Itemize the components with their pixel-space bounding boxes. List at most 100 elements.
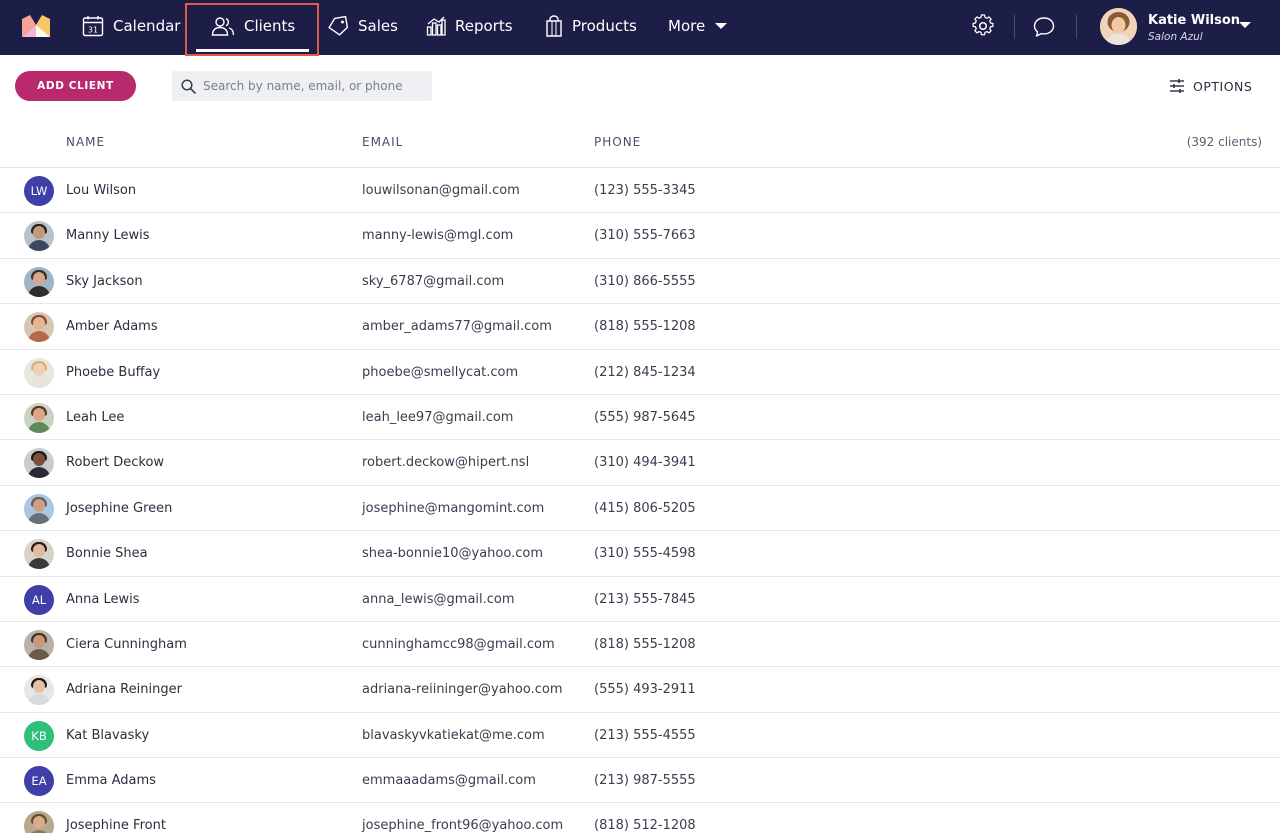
client-phone: (555) 493-2911: [594, 682, 696, 698]
table-row[interactable]: Phoebe Buffay phoebe@smellycat.com (212) 8…: [0, 350, 1280, 395]
client-name: Amber Adams: [66, 319, 158, 335]
column-header-phone[interactable]: PHONE: [594, 135, 641, 149]
client-phone: (818) 512-1208: [594, 818, 696, 833]
nav-clients[interactable]: Clients: [211, 0, 295, 52]
client-email: manny-lewis@mgl.com: [362, 228, 514, 244]
table-row[interactable]: Ciera Cunningham cunninghamcc98@gmail.com…: [0, 622, 1280, 668]
client-phone: (212) 845-1234: [594, 364, 696, 380]
avatar-body: [28, 421, 50, 433]
nav-sales-label: Sales: [358, 17, 398, 35]
table-row[interactable]: Leah Lee leah_lee97@gmail.com (555) 987-56…: [0, 395, 1280, 441]
client-avatar: [24, 312, 54, 343]
nav-clients-label: Clients: [244, 17, 296, 35]
nav-sales[interactable]: Sales: [327, 0, 398, 52]
chevron-down-icon: [715, 23, 728, 29]
nav-calendar[interactable]: 31 Calendar: [82, 0, 180, 52]
avatar-body: [28, 285, 50, 297]
nav-reports[interactable]: Reports: [426, 0, 513, 52]
client-avatar: [24, 675, 54, 706]
client-name: Adriana Reininger: [66, 682, 182, 698]
client-email: amber_adams77@gmail.com: [362, 319, 552, 335]
bar-chart-icon: [426, 16, 446, 36]
column-header-name[interactable]: NAME: [66, 135, 105, 149]
user-menu[interactable]: Katie Wilson Salon Azul: [1100, 8, 1260, 46]
client-phone: (213) 555-4555: [594, 727, 696, 743]
gear-icon[interactable]: [971, 14, 995, 38]
client-name: Phoebe Buffay: [66, 364, 161, 380]
clients-icon: [211, 17, 235, 36]
client-name: Kat Blavasky: [66, 727, 150, 743]
table-header: NAME EMAIL PHONE (392 clients): [0, 118, 1280, 168]
nav-products[interactable]: Products: [545, 0, 637, 52]
table-row[interactable]: AL Anna Lewis anna_lewis@gmail.com (213) 55…: [0, 577, 1280, 622]
search-input[interactable]: [203, 76, 423, 96]
table-row[interactable]: Josephine Front josephine_front96@yahoo.c…: [0, 803, 1280, 833]
client-name: Ciera Cunningham: [66, 636, 187, 652]
mangomint-logo[interactable]: [22, 15, 50, 37]
nav-divider: [1076, 15, 1077, 39]
client-name: Bonnie Shea: [66, 546, 148, 562]
avatar-body: [28, 512, 50, 524]
client-list: LW Lou Wilson louwilsonan@gmail.com (123) 5…: [0, 168, 1280, 833]
table-row[interactable]: EA Emma Adams emmaaadams@gmail.com (213) 98…: [0, 758, 1280, 804]
table-row[interactable]: Robert Deckow robert.deckow@hipert.nsl (31…: [0, 440, 1280, 486]
nav-divider: [1014, 15, 1015, 39]
sliders-icon: [1170, 79, 1184, 93]
search-icon: [181, 79, 196, 94]
client-avatar: AL: [24, 584, 54, 615]
avatar-face: [33, 226, 45, 240]
chat-bubble-icon[interactable]: [1032, 15, 1056, 39]
avatar-body: [28, 240, 50, 252]
table-row[interactable]: Sky Jackson sky_6787@gmail.com (310) 866-5…: [0, 259, 1280, 305]
avatar-body: [28, 331, 50, 343]
client-name: Josephine Front: [66, 818, 166, 833]
client-phone: (818) 555-1208: [594, 636, 696, 652]
avatar-face: [33, 407, 45, 421]
avatar-face: [33, 680, 45, 694]
client-avatar: KB: [24, 720, 54, 751]
client-phone: (310) 866-5555: [594, 273, 696, 289]
client-name: Leah Lee: [66, 409, 125, 425]
client-count: (392 clients): [1186, 135, 1262, 149]
client-avatar: [24, 266, 54, 297]
client-email: josephine_front96@yahoo.com: [362, 818, 564, 833]
avatar-face: [33, 317, 45, 331]
client-email: louwilsonan@gmail.com: [362, 183, 520, 198]
search-box[interactable]: [172, 71, 432, 101]
client-avatar: [24, 221, 54, 252]
options-button[interactable]: OPTIONS: [1169, 77, 1252, 95]
nav-more[interactable]: More: [668, 0, 736, 52]
table-row[interactable]: Manny Lewis manny-lewis@mgl.com (310) 555-…: [0, 213, 1280, 259]
client-phone: (555) 987-5645: [594, 409, 696, 425]
table-row[interactable]: KB Kat Blavasky blavaskyvkatiekat@me.com (2…: [0, 713, 1280, 759]
client-phone: (818) 555-1208: [594, 319, 696, 335]
table-row[interactable]: Amber Adams amber_adams77@gmail.com (818) …: [0, 304, 1280, 350]
table-row[interactable]: Adriana Reininger adriana-reiininger@yaho…: [0, 667, 1280, 713]
options-label: OPTIONS: [1193, 78, 1253, 94]
avatar-body: [28, 558, 50, 570]
avatar-face: [33, 498, 45, 512]
client-phone: (310) 555-7663: [594, 228, 696, 244]
client-phone: (213) 987-5555: [594, 773, 696, 789]
avatar-body: [28, 376, 50, 388]
client-avatar: [24, 402, 54, 433]
client-phone: (310) 494-3941: [594, 455, 696, 471]
table-row[interactable]: Bonnie Shea shea-bonnie10@yahoo.com (310) …: [0, 531, 1280, 577]
client-avatar: [24, 539, 54, 570]
table-row[interactable]: Josephine Green josephine@mangomint.com (4…: [0, 486, 1280, 532]
active-tab-indicator: [196, 49, 309, 52]
client-avatar: [24, 448, 54, 479]
column-header-email[interactable]: EMAIL: [362, 135, 403, 149]
client-name: Josephine Green: [66, 500, 173, 516]
user-salon: Salon Azul: [1148, 31, 1203, 43]
avatar-face: [33, 271, 45, 285]
user-avatar: [1100, 8, 1137, 45]
table-row[interactable]: LW Lou Wilson louwilsonan@gmail.com (123) 5…: [0, 168, 1280, 214]
user-name: Katie Wilson: [1148, 13, 1241, 28]
user-avatar-photo: [1100, 8, 1137, 45]
calendar-day-number: 31: [88, 26, 98, 35]
client-email: sky_6787@gmail.com: [362, 273, 505, 289]
add-client-button[interactable]: ADD CLIENT: [15, 71, 136, 101]
client-email: phoebe@smellycat.com: [362, 364, 519, 380]
client-email: blavaskyvkatiekat@me.com: [362, 727, 545, 743]
